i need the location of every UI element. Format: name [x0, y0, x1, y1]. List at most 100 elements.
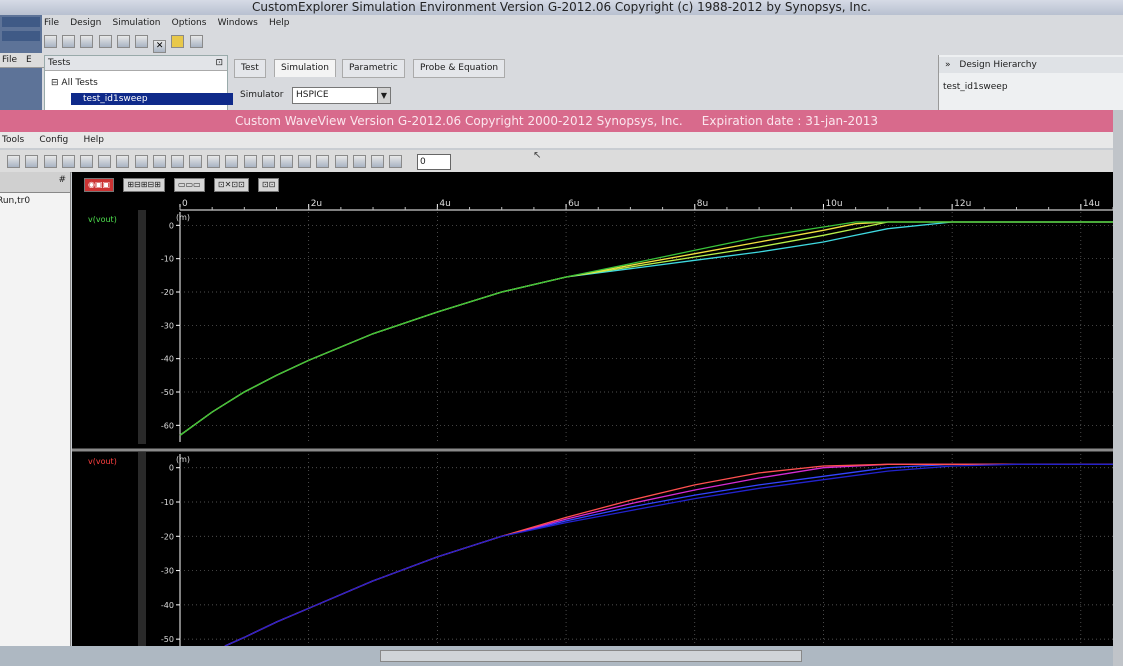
- x-tick-label: 8u: [697, 199, 708, 209]
- measure-icon[interactable]: [61, 155, 75, 168]
- print-icon[interactable]: [79, 155, 93, 168]
- waveform-series: [179, 221, 1113, 436]
- menu-simulation[interactable]: Simulation: [113, 18, 161, 28]
- calculator-icon[interactable]: [98, 155, 112, 168]
- left-menu-edit[interactable]: E: [26, 55, 32, 65]
- menu-config[interactable]: Config: [39, 135, 68, 145]
- run-list-item[interactable]: Run,tr0: [0, 196, 30, 206]
- y-unit-label: (m): [176, 213, 190, 222]
- menu-options[interactable]: Options: [172, 18, 207, 28]
- run-icon[interactable]: [134, 35, 148, 48]
- plot-control-group-5[interactable]: ⊡⊡: [257, 178, 280, 192]
- folder-icon[interactable]: [261, 155, 275, 168]
- menu-help[interactable]: Help: [269, 18, 290, 28]
- ce-title-bar: CustomExplorer Simulation Environment Ve…: [0, 0, 1123, 15]
- image-icon[interactable]: [207, 155, 221, 168]
- expand-icon[interactable]: »: [945, 60, 951, 70]
- scrollbar-thumb[interactable]: [380, 650, 802, 662]
- marker-icon[interactable]: [352, 155, 366, 168]
- tests-panel-label: Tests: [48, 58, 71, 68]
- bulb-icon[interactable]: [243, 155, 257, 168]
- delete-icon[interactable]: ✕: [153, 40, 167, 53]
- split-icon[interactable]: [316, 155, 330, 168]
- simulator-select[interactable]: HSPICE ▼: [292, 87, 391, 104]
- plot-control-group-1[interactable]: ◉▣▣: [84, 178, 115, 192]
- ce-menubar: File Design Simulation Options Windows H…: [44, 15, 1123, 30]
- ce-toolbar: ✕: [44, 33, 205, 53]
- tab-test[interactable]: Test: [234, 59, 266, 78]
- y-tick-label: -30: [161, 321, 174, 330]
- plot-control-group-4[interactable]: ⊡✕⊡⊡: [213, 178, 249, 192]
- pin-icon[interactable]: ⊡: [215, 56, 223, 70]
- tree-root[interactable]: ⊟ All Tests: [51, 78, 98, 88]
- tab-simulation-label: Simulation: [281, 63, 329, 73]
- y-tick-label: -60: [161, 421, 174, 430]
- plot-control-group-2[interactable]: ⊞⊟⊞⊟⊞: [123, 178, 165, 192]
- x-tick-label: 6u: [568, 199, 579, 209]
- wv-window-title: Custom WaveView Version G-2012.06 Copyri…: [234, 114, 879, 128]
- horizontal-scrollbar[interactable]: [0, 646, 1113, 666]
- waveform-series: [179, 221, 1113, 436]
- table-icon[interactable]: [134, 155, 148, 168]
- y-tick-label: -50: [161, 635, 174, 644]
- globe-icon[interactable]: [170, 155, 184, 168]
- wv-menubar: Tools Config Help: [0, 132, 1113, 148]
- menu-design[interactable]: Design: [70, 18, 101, 28]
- target-icon[interactable]: [189, 155, 203, 168]
- waveform-series: [179, 221, 1113, 436]
- panel-label-area: [72, 452, 138, 646]
- tree-item-selected[interactable]: test_id1sweep: [71, 93, 233, 105]
- new-icon[interactable]: [44, 35, 57, 48]
- open-icon[interactable]: [62, 35, 76, 48]
- y-tick-label: -50: [161, 388, 174, 397]
- wv-toolbar: 0: [0, 150, 1113, 173]
- waveform-icon[interactable]: [152, 155, 166, 168]
- pin-icon[interactable]: #: [58, 175, 66, 185]
- tests-panel-header: Tests ⊡: [45, 56, 227, 71]
- plot-control-group-3[interactable]: ▭▭▭: [174, 178, 205, 192]
- grid-icon[interactable]: [116, 155, 130, 168]
- zoom-in-icon[interactable]: [25, 155, 39, 168]
- design-hierarchy-item[interactable]: test_id1sweep: [943, 82, 1008, 92]
- chart-icon[interactable]: [225, 155, 239, 168]
- open-folder-icon[interactable]: [80, 35, 94, 48]
- zoom-icon[interactable]: [7, 155, 21, 168]
- x-tick-label: 0: [182, 199, 188, 209]
- y-tick-label: -40: [161, 355, 174, 364]
- signal-label: v(vout): [88, 215, 117, 224]
- design-hierarchy-header[interactable]: » Design Hierarchy: [939, 57, 1123, 73]
- chevron-down-icon[interactable]: ▼: [377, 88, 390, 103]
- delta-icon[interactable]: [370, 155, 384, 168]
- tab-probe-equation-label: Probe & Equation: [420, 63, 499, 73]
- collapse-icon[interactable]: ⊟: [51, 78, 61, 88]
- waveform-plot[interactable]: 0 2u 4u 6u 8u 10u 12u 14u v(vout) (m) 0 -10 -20 -30 -4…: [72, 172, 1113, 646]
- save-icon[interactable]: [98, 35, 112, 48]
- ce-window-title: CustomExplorer Simulation Environment Ve…: [252, 0, 871, 14]
- tab-parametric[interactable]: Parametric: [342, 59, 405, 78]
- netlist-icon[interactable]: [116, 35, 130, 48]
- menu-windows[interactable]: Windows: [218, 18, 258, 28]
- wv-left-header: #: [0, 172, 70, 193]
- settings-icon[interactable]: [189, 35, 203, 48]
- wv-title-bar: Custom WaveView Version G-2012.06 Copyri…: [0, 110, 1113, 132]
- folder-icon[interactable]: [171, 35, 185, 48]
- x-value-icon[interactable]: [389, 155, 403, 168]
- link-icon[interactable]: [298, 155, 312, 168]
- menu-file[interactable]: File: [44, 18, 59, 28]
- x-value-input[interactable]: 0: [417, 154, 451, 170]
- mouse-cursor-icon: ↖: [533, 150, 542, 161]
- y-tick-label: -20: [161, 532, 174, 541]
- window-thumb[interactable]: [2, 17, 40, 27]
- menu-help[interactable]: Help: [83, 135, 104, 145]
- tab-probe-equation[interactable]: Probe & Equation: [413, 59, 506, 78]
- cursor-x-icon[interactable]: [334, 155, 348, 168]
- tab-simulation[interactable]: Simulation: [274, 59, 336, 77]
- copy-icon[interactable]: [280, 155, 293, 168]
- y-tick-label: 0: [169, 464, 174, 473]
- tab-parametric-label: Parametric: [349, 63, 398, 73]
- x-tick-label: 4u: [439, 199, 450, 209]
- menu-tools[interactable]: Tools: [2, 135, 24, 145]
- left-menu-file[interactable]: File: [2, 55, 17, 65]
- pointer-icon[interactable]: [43, 155, 57, 168]
- window-thumb[interactable]: [2, 31, 40, 41]
